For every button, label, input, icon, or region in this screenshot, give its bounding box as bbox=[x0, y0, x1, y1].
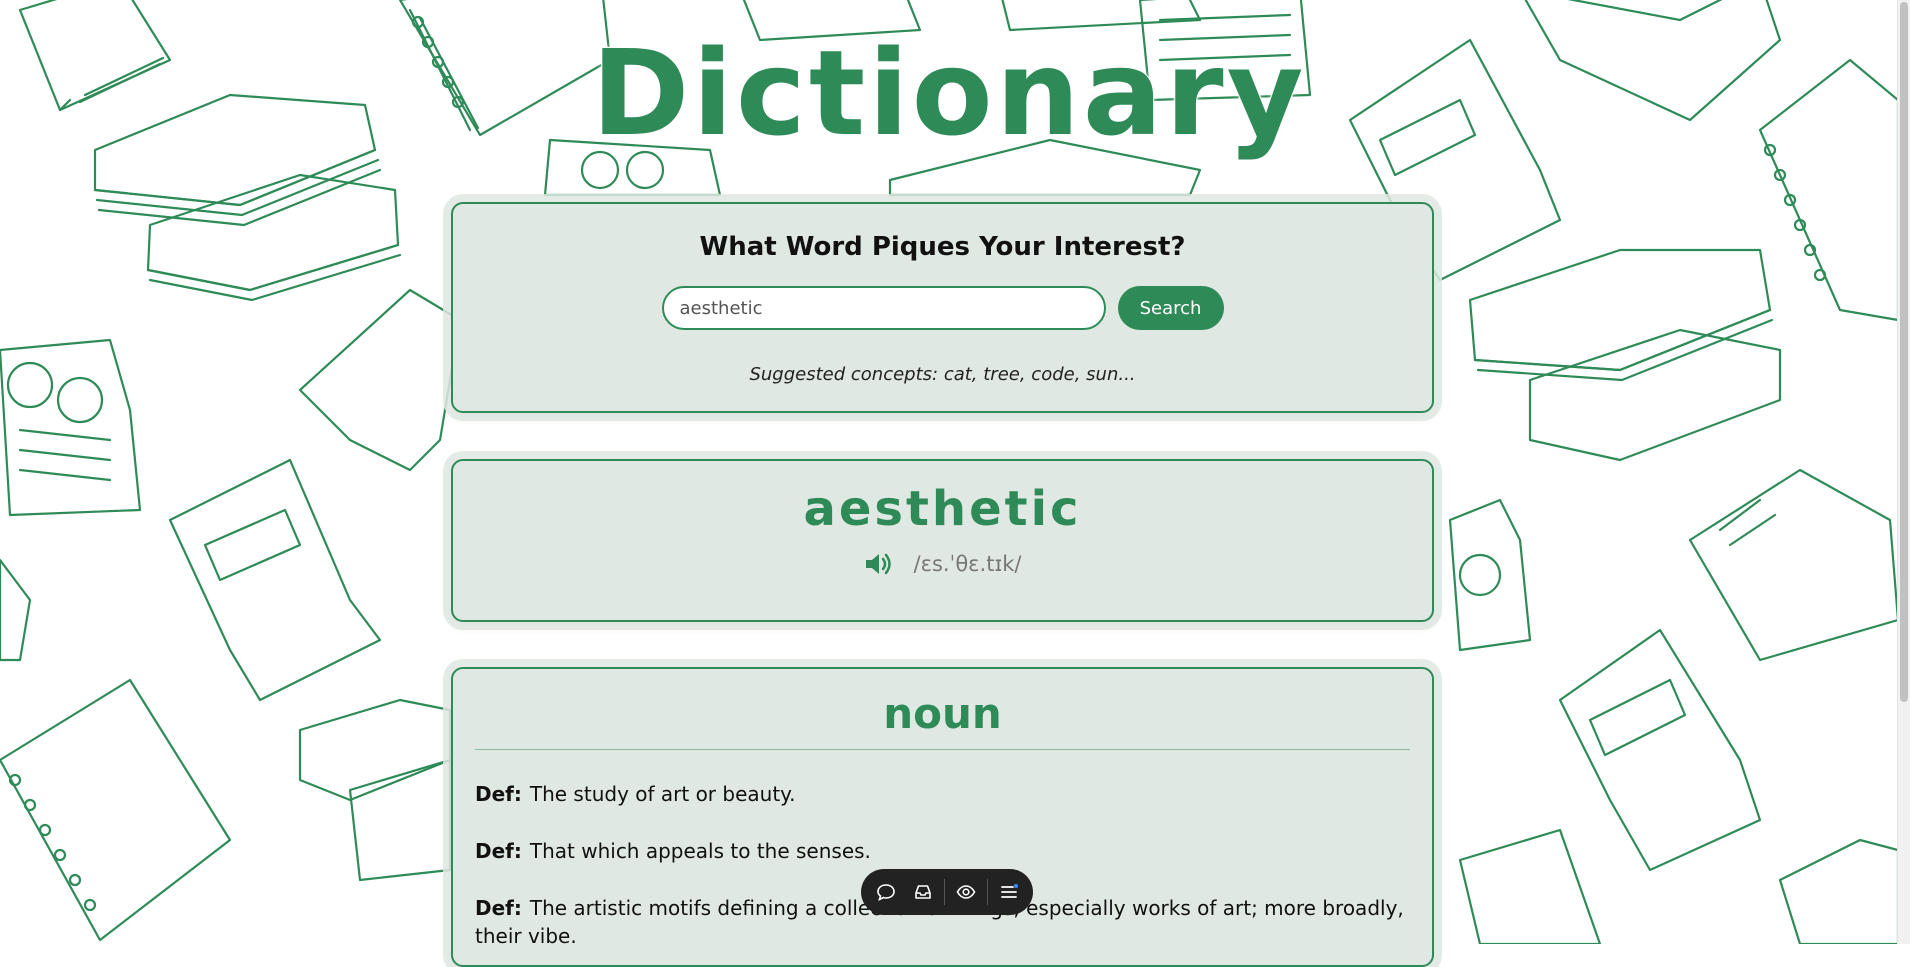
definition-text: The study of art or beauty. bbox=[529, 782, 796, 806]
inbox-icon bbox=[914, 885, 931, 899]
menu-button[interactable] bbox=[993, 876, 1025, 908]
def-label: Def: bbox=[475, 896, 522, 920]
pronunciation-row: /ɛs.ˈθɛ.tɪk/ bbox=[453, 551, 1432, 577]
search-row: Search bbox=[453, 286, 1432, 330]
preview-button[interactable] bbox=[950, 876, 982, 908]
speaker-icon[interactable] bbox=[864, 551, 894, 577]
search-button[interactable]: Search bbox=[1117, 286, 1224, 330]
part-of-speech: noun bbox=[883, 689, 1002, 738]
def-label: Def: bbox=[475, 782, 522, 806]
floating-toolbar bbox=[861, 869, 1033, 915]
app-title: Dictionary bbox=[590, 24, 1307, 162]
def-label: Def: bbox=[475, 839, 522, 863]
suggested-concepts: Suggested concepts: cat, tree, code, sun… bbox=[749, 364, 1136, 385]
toolbar-separator bbox=[943, 879, 945, 905]
definition-text: That which appeals to the senses. bbox=[529, 839, 871, 863]
search-input[interactable] bbox=[661, 286, 1106, 330]
scrollbar-thumb[interactable] bbox=[1900, 2, 1908, 702]
definition-item: Def: The study of art or beauty. bbox=[475, 780, 1410, 808]
comment-button[interactable] bbox=[870, 876, 902, 908]
word-card: aesthetic /ɛs.ˈθɛ.tɪk/ bbox=[451, 459, 1434, 622]
word-heading: aesthetic bbox=[803, 481, 1082, 537]
search-card: What Word Piques Your Interest? Search S… bbox=[451, 202, 1434, 413]
search-heading: What Word Piques Your Interest? bbox=[699, 232, 1186, 262]
phonetic-text: /ɛs.ˈθɛ.tɪk/ bbox=[913, 552, 1022, 576]
page-scrollbar[interactable] bbox=[1897, 0, 1910, 944]
comment-icon bbox=[876, 884, 895, 902]
definitions-card: noun Def: The study of art or beauty. Def… bbox=[451, 667, 1434, 967]
divider bbox=[475, 749, 1410, 750]
toolbar-separator bbox=[986, 879, 988, 905]
eye-icon bbox=[956, 885, 975, 899]
definition-item: Def: That which appeals to the senses. bbox=[475, 837, 1410, 865]
menu-icon bbox=[1000, 883, 1018, 898]
inbox-button[interactable] bbox=[907, 876, 939, 908]
